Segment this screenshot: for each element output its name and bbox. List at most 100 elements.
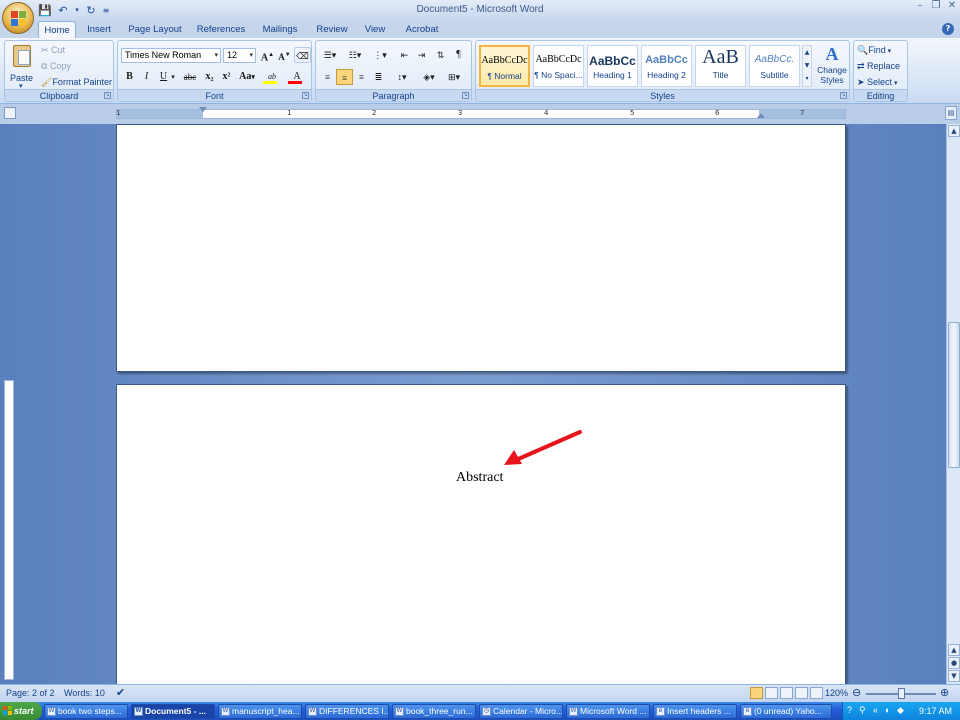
borders-icon[interactable]: ⊞▾ <box>443 69 465 85</box>
bold-button[interactable]: B <box>121 69 138 85</box>
draft-icon[interactable] <box>810 687 823 699</box>
full-screen-reading-icon[interactable] <box>765 687 778 699</box>
proofing-icon[interactable]: ✔ <box>116 686 125 699</box>
scrollbar-thumb[interactable] <box>948 322 960 468</box>
cut-button[interactable]: ✂ Cut <box>41 45 65 56</box>
highlight-button[interactable]: ab <box>261 69 283 85</box>
volume-icon[interactable]: ◐ <box>885 705 890 715</box>
grow-font-button[interactable]: A▲ <box>259 47 276 63</box>
tab-view[interactable]: View <box>360 21 390 38</box>
scroll-up-icon[interactable]: ▲ <box>948 644 960 656</box>
page-1[interactable] <box>116 124 846 372</box>
style-no-spacing[interactable]: AaBbCcDc ¶ No Spaci... <box>533 45 584 87</box>
word-count[interactable]: Words: 10 <box>64 688 105 698</box>
scroll-down-icon[interactable]: ▼ <box>948 670 960 682</box>
subscript-button[interactable]: x₂ <box>201 69 218 85</box>
tab-acrobat[interactable]: Acrobat <box>400 21 444 38</box>
zoom-out-icon[interactable]: ⊖ <box>852 686 861 699</box>
numbering-icon[interactable]: ☷▾ <box>344 47 366 63</box>
page-count[interactable]: Page: 2 of 2 <box>6 688 55 698</box>
font-size-select[interactable]: 12 ▾ <box>223 48 256 63</box>
abstract-heading[interactable]: Abstract <box>456 470 503 486</box>
clipboard-launcher-icon[interactable]: ↘ <box>104 92 111 99</box>
view-ruler-icon[interactable]: ▤ <box>945 106 957 120</box>
zoom-level[interactable]: 120% <box>825 688 848 698</box>
browse-object-icon[interactable]: ● <box>948 657 960 669</box>
help-tray-icon[interactable]: ? <box>847 705 852 715</box>
align-left-icon[interactable]: ≡ <box>319 69 336 85</box>
style-heading-2[interactable]: AaBbCc Heading 2 <box>641 45 692 87</box>
change-styles-button[interactable]: A Change Styles <box>816 43 848 89</box>
underline-dropdown-icon[interactable]: ▾ <box>169 69 177 85</box>
taskbar-item[interactable]: ◷ Calendar - Micro... <box>479 704 563 719</box>
shield-icon[interactable]: ◆ <box>897 705 904 716</box>
help-icon[interactable]: ? <box>942 23 954 35</box>
italic-button[interactable]: I <box>138 69 155 85</box>
horizontal-ruler[interactable]: 1 1 2 3 4 5 6 7 <box>116 107 846 119</box>
bullets-icon[interactable]: ☰▾ <box>319 47 341 63</box>
sort-icon[interactable]: ⇅ <box>432 47 449 63</box>
tray-expand-icon[interactable]: « <box>873 705 878 715</box>
clear-formatting-icon[interactable]: ⌫ <box>294 47 311 63</box>
network-icon[interactable]: ⚲ <box>859 705 866 716</box>
superscript-button[interactable]: x² <box>218 69 235 85</box>
print-layout-icon[interactable] <box>750 687 763 699</box>
replace-button[interactable]: ⇄ Replace <box>857 61 900 72</box>
select-button[interactable]: ➤ Select ▾ <box>857 77 898 88</box>
taskbar-item[interactable]: W Microsoft Word ... <box>566 704 650 719</box>
scroll-up-icon[interactable]: ▲ <box>948 125 960 137</box>
tab-insert[interactable]: Insert <box>80 21 118 38</box>
taskbar-item[interactable]: Wbook two steps... <box>44 704 128 719</box>
zoom-slider-thumb[interactable] <box>898 688 905 699</box>
style-title[interactable]: AaB Title <box>695 45 746 87</box>
web-layout-icon[interactable] <box>780 687 793 699</box>
styles-scroll[interactable]: ▲ ▼ ▾ <box>802 45 812 87</box>
tab-mailings[interactable]: Mailings <box>256 21 304 38</box>
font-color-button[interactable]: A <box>286 69 308 85</box>
change-case-button[interactable]: Aa▾ <box>236 69 258 85</box>
paste-button[interactable]: Paste ▾ <box>8 43 38 90</box>
clock[interactable]: 9:17 AM <box>919 706 952 716</box>
minimize-button[interactable]: – <box>912 1 928 12</box>
close-button[interactable]: ✕ <box>944 1 960 12</box>
style-normal[interactable]: AaBbCcDc ¶ Normal <box>479 45 530 87</box>
style-heading-1[interactable]: AaBbCc Heading 1 <box>587 45 638 87</box>
styles-launcher-icon[interactable]: ↘ <box>840 92 847 99</box>
find-button[interactable]: 🔍Find ▾ <box>857 45 891 56</box>
taskbar-item[interactable]: Wmanuscript_hea... <box>218 704 302 719</box>
page-2[interactable] <box>116 384 846 694</box>
taskbar-item[interactable]: Wbook_three_run... <box>392 704 476 719</box>
right-indent-marker[interactable] <box>757 113 765 118</box>
line-spacing-icon[interactable]: ↕▾ <box>391 69 413 85</box>
tab-selector-icon[interactable] <box>4 107 16 119</box>
vertical-ruler[interactable] <box>4 380 14 680</box>
increase-indent-icon[interactable]: ⇥ <box>413 47 430 63</box>
multilevel-list-icon[interactable]: ⋮▾ <box>369 47 391 63</box>
tab-references[interactable]: References <box>192 21 250 38</box>
start-button[interactable]: start <box>0 702 42 720</box>
tab-home[interactable]: Home <box>38 21 76 38</box>
font-family-select[interactable]: Times New Roman ▾ <box>121 48 221 63</box>
zoom-in-icon[interactable]: ⊕ <box>940 686 949 699</box>
office-button[interactable] <box>2 2 34 34</box>
format-painter-button[interactable]: 🖌Format Painter <box>41 77 112 88</box>
paragraph-launcher-icon[interactable]: ↘ <box>462 92 469 99</box>
left-indent-marker[interactable] <box>199 107 207 112</box>
taskbar-item[interactable]: W Document5 - ... <box>131 704 215 719</box>
tab-review[interactable]: Review <box>312 21 352 38</box>
font-launcher-icon[interactable]: ↘ <box>302 92 309 99</box>
shading-icon[interactable]: ◈▾ <box>418 69 440 85</box>
vertical-scrollbar[interactable]: ▲ ▲ ● ▼ <box>946 124 960 684</box>
restore-button[interactable]: ❐ <box>928 1 944 12</box>
taskbar-item[interactable]: W DIFFERENCES I... <box>305 704 389 719</box>
taskbar-item[interactable]: e Insert headers ... <box>653 704 737 719</box>
decrease-indent-icon[interactable]: ⇤ <box>396 47 413 63</box>
shrink-font-button[interactable]: A▼ <box>276 47 293 63</box>
align-center-icon[interactable]: ≡ <box>336 69 353 85</box>
taskbar-item[interactable]: e (0 unread) Yaho... <box>740 704 832 719</box>
show-formatting-icon[interactable]: ¶ <box>450 47 467 63</box>
style-subtitle[interactable]: AaBbCc. Subtitle <box>749 45 800 87</box>
tab-page-layout[interactable]: Page Layout <box>124 21 186 38</box>
justify-icon[interactable]: ≣ <box>370 69 387 85</box>
strikethrough-button[interactable]: abc <box>180 69 200 85</box>
